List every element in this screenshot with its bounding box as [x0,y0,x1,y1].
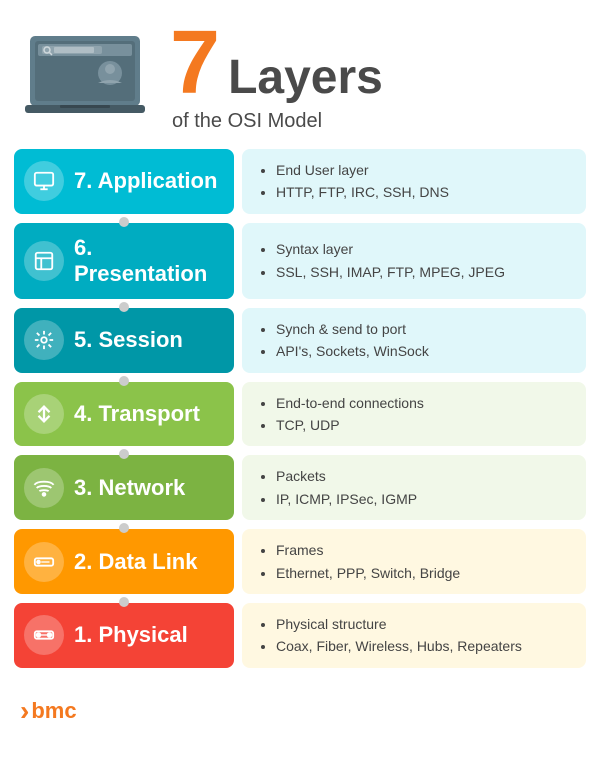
layer-left-1: 1. Physical [14,603,234,668]
layer-icon-5 [24,320,64,360]
layer-connector [14,597,234,607]
number-seven: 7 [170,18,220,108]
layer-bullet: Synch & send to port [276,318,570,340]
layer-right-2: FramesEthernet, PPP, Switch, Bridge [242,529,586,594]
layer-row-5: 5. Session Synch & send to portAPI's, So… [14,308,586,373]
layers-list: 7. Application End User layerHTTP, FTP, … [0,143,600,685]
layer-label-5: 5. Session [74,327,183,353]
connector-dot [119,523,129,533]
bmc-brand-name: bmc [31,698,76,724]
layer-label-2: 2. Data Link [74,549,197,575]
connector-dot [119,449,129,459]
layer-icon-2 [24,542,64,582]
layer-left-3: 3. Network [14,455,234,520]
layer-label-6: 6. Presentation [74,235,224,287]
layer-connector [14,302,234,312]
osi-subtitle: of the OSI Model [172,110,383,133]
connector-dot [119,597,129,607]
layer-row-1: 1. Physical Physical structureCoax, Fibe… [14,603,586,668]
layer-left-7: 7. Application [14,149,234,214]
page-header: 7 Layers of the OSI Model [0,0,600,143]
layer-icon-4 [24,394,64,434]
layer-icon-7 [24,161,64,201]
layer-row-6: 6. Presentation Syntax layerSSL, SSH, IM… [14,223,586,299]
layer-bullet: IP, ICMP, IPSec, IGMP [276,488,570,510]
layer-row-7: 7. Application End User layerHTTP, FTP, … [14,149,586,214]
layer-right-5: Synch & send to portAPI's, Sockets, WinS… [242,308,586,373]
layer-bullet: TCP, UDP [276,414,570,436]
page-footer: › bmc [0,685,600,741]
layer-right-1: Physical structureCoax, Fiber, Wireless,… [242,603,586,668]
layer-bullet: API's, Sockets, WinSock [276,340,570,362]
layer-bullet: Ethernet, PPP, Switch, Bridge [276,562,570,584]
layer-label-3: 3. Network [74,475,185,501]
layer-right-3: PacketsIP, ICMP, IPSec, IGMP [242,455,586,520]
layer-right-6: Syntax layerSSL, SSH, IMAP, FTP, MPEG, J… [242,223,586,299]
layer-bullet: Coax, Fiber, Wireless, Hubs, Repeaters [276,635,570,657]
laptop-illustration [20,31,150,121]
layer-left-5: 5. Session [14,308,234,373]
layer-row-2: 2. Data Link FramesEthernet, PPP, Switch… [14,529,586,594]
layer-bullet: Frames [276,539,570,561]
layers-word: Layers [228,54,383,102]
layer-bullet: SSL, SSH, IMAP, FTP, MPEG, JPEG [276,261,570,283]
layer-bullet: Packets [276,465,570,487]
layer-icon-6 [24,241,64,281]
layer-right-7: End User layerHTTP, FTP, IRC, SSH, DNS [242,149,586,214]
bmc-logo: › bmc [20,695,77,727]
layer-left-4: 4. Transport [14,382,234,447]
connector-dot [119,376,129,386]
layer-left-6: 6. Presentation [14,223,234,299]
bmc-chevron-icon: › [20,695,29,727]
layer-row-4: 4. Transport End-to-end connectionsTCP, … [14,382,586,447]
layer-connector [14,523,234,533]
connector-dot [119,302,129,312]
layer-bullet: Syntax layer [276,238,570,260]
layer-row-3: 3. Network PacketsIP, ICMP, IPSec, IGMP [14,455,586,520]
layer-label-4: 4. Transport [74,401,200,427]
layer-connector [14,217,234,227]
page-title-block: 7 Layers of the OSI Model [170,18,383,133]
layer-label-1: 1. Physical [74,622,188,648]
layer-bullet: HTTP, FTP, IRC, SSH, DNS [276,181,570,203]
connector-dot [119,217,129,227]
layer-label-7: 7. Application [74,168,217,194]
layer-left-2: 2. Data Link [14,529,234,594]
layer-bullet: End-to-end connections [276,392,570,414]
layer-bullet: End User layer [276,159,570,181]
layer-icon-1 [24,615,64,655]
layer-icon-3 [24,468,64,508]
layer-connector [14,376,234,386]
layer-connector [14,449,234,459]
layer-right-4: End-to-end connectionsTCP, UDP [242,382,586,447]
layer-bullet: Physical structure [276,613,570,635]
